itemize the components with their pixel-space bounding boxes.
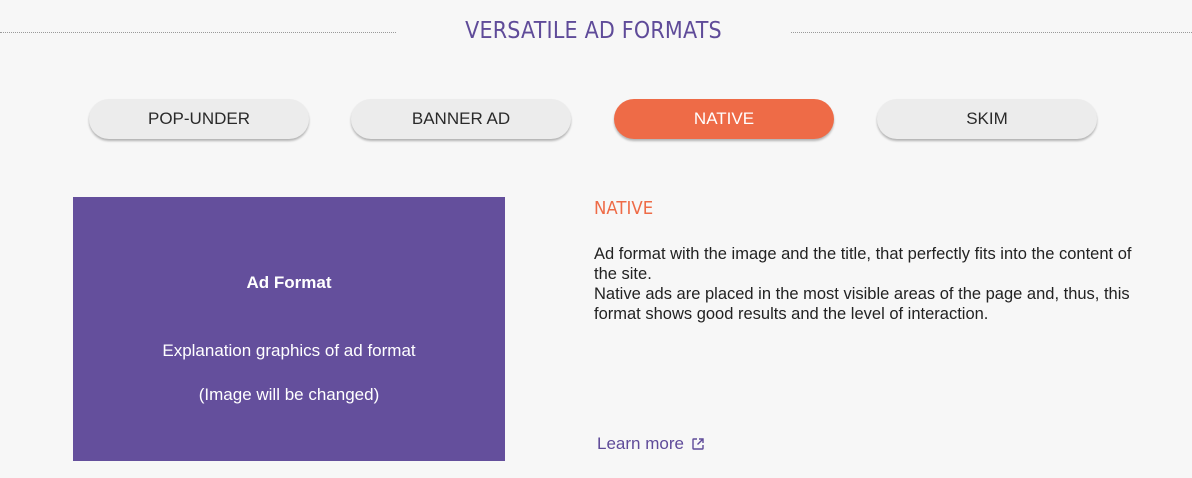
learn-more-link[interactable]: Learn more xyxy=(597,434,705,454)
tab-pop-under[interactable]: POP-UNDER xyxy=(89,99,309,139)
format-body: Ad format with the image and the title, … xyxy=(594,244,1134,324)
divider-left xyxy=(0,32,396,33)
divider-right xyxy=(791,32,1192,33)
graphic-title: Ad Format xyxy=(246,273,332,292)
graphic-note: (Image will be changed) xyxy=(198,385,380,404)
learn-more-label: Learn more xyxy=(597,434,684,453)
tab-banner-ad[interactable]: BANNER AD xyxy=(351,99,571,139)
format-title: NATIVE xyxy=(594,198,654,219)
tab-native[interactable]: NATIVE xyxy=(614,99,834,139)
ad-format-graphic: Ad Format Explanation graphics of ad for… xyxy=(73,197,505,461)
format-tabs: POP-UNDER BANNER AD NATIVE SKIM xyxy=(0,99,1192,141)
tab-skim[interactable]: SKIM xyxy=(877,99,1097,139)
section-title: VERSATILE AD FORMATS xyxy=(465,18,722,44)
ad-formats-section: VERSATILE AD FORMATS POP-UNDER BANNER AD… xyxy=(0,0,1192,478)
description-paragraph: Native ads are placed in the most visibl… xyxy=(594,285,1130,323)
description-paragraph: Ad format with the image and the title, … xyxy=(594,245,1132,283)
external-link-icon xyxy=(692,438,704,450)
graphic-caption: Explanation graphics of ad format xyxy=(162,341,416,360)
format-description: NATIVE Ad format with the image and the … xyxy=(594,198,1154,324)
section-header: VERSATILE AD FORMATS xyxy=(0,0,1192,68)
